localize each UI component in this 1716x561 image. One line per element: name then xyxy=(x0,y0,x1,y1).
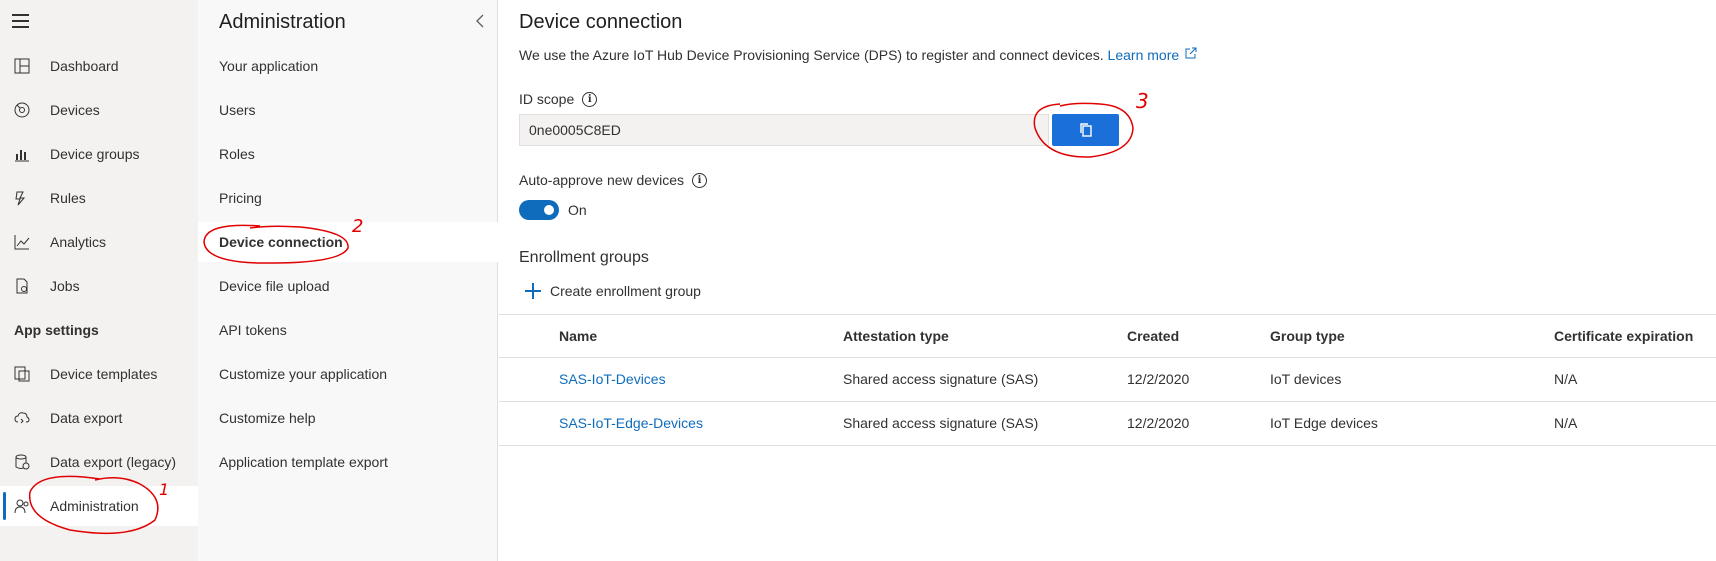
enrollment-group-name-link[interactable]: SAS-IoT-Edge-Devices xyxy=(559,402,703,445)
toggle-state-label: On xyxy=(568,202,587,218)
nav-item-label: Data export (legacy) xyxy=(50,454,177,470)
learn-more-link[interactable]: Learn more xyxy=(1108,47,1197,63)
admin-item-users[interactable]: Users xyxy=(198,90,498,130)
nav-item-data-export[interactable]: Data export xyxy=(0,398,198,438)
nav-item-label: Dashboard xyxy=(50,58,119,74)
devices-icon xyxy=(13,101,31,119)
nav-item-label: Device groups xyxy=(50,146,140,162)
info-icon[interactable]: i xyxy=(692,172,707,188)
device-templates-icon xyxy=(13,365,31,383)
nav-item-label: Administration xyxy=(50,498,139,514)
id-scope-label-row: ID scope i xyxy=(519,91,598,107)
nav-item-administration[interactable]: Administration xyxy=(0,486,198,526)
table-header-row: Name Attestation type Created Group type… xyxy=(499,314,1716,358)
description-text: We use the Azure IoT Hub Device Provisio… xyxy=(519,47,1104,63)
nav-item-label: Devices xyxy=(50,102,100,118)
main-content: Device connection We use the Azure IoT H… xyxy=(499,0,1716,561)
administration-icon xyxy=(13,497,31,515)
group-type-cell: IoT Edge devices xyxy=(1270,415,1378,431)
nav-item-devices[interactable]: Devices xyxy=(0,90,198,130)
info-icon[interactable]: i xyxy=(582,91,598,107)
attestation-type-cell: Shared access signature (SAS) xyxy=(843,371,1039,387)
page-title: Device connection xyxy=(519,11,683,33)
admin-item-customize-help[interactable]: Customize help xyxy=(198,398,498,438)
learn-more-label: Learn more xyxy=(1107,47,1180,63)
certificate-expiration-cell: N/A xyxy=(1554,415,1578,431)
nav-item-device-groups[interactable]: Device groups xyxy=(0,134,198,174)
nav-item-jobs[interactable]: Jobs xyxy=(0,266,198,306)
id-scope-label: ID scope xyxy=(519,91,575,107)
admin-item-customize-application[interactable]: Customize your application xyxy=(198,354,498,394)
data-export-legacy-icon xyxy=(13,453,31,471)
nav-item-dashboard[interactable]: Dashboard xyxy=(0,46,198,86)
column-header-certificate-expiration[interactable]: Certificate expiration xyxy=(1554,315,1693,358)
nav-item-label: Analytics xyxy=(50,234,107,250)
admin-item-template-export[interactable]: Application template export xyxy=(198,442,498,482)
create-enrollment-group-label: Create enrollment group xyxy=(550,283,701,299)
copy-button[interactable] xyxy=(1052,114,1119,146)
admin-item-device-connection[interactable]: Device connection xyxy=(198,222,498,262)
auto-approve-label-row: Auto-approve new devices i xyxy=(519,172,707,188)
column-header-created[interactable]: Created xyxy=(1127,315,1179,358)
create-enrollment-group-button[interactable]: Create enrollment group xyxy=(525,283,701,299)
enrollment-groups-heading: Enrollment groups xyxy=(519,249,649,266)
nav-item-rules[interactable]: Rules xyxy=(0,178,198,218)
jobs-icon xyxy=(13,277,31,295)
certificate-expiration-cell: N/A xyxy=(1554,371,1578,387)
admin-item-your-application[interactable]: Your application xyxy=(198,46,498,86)
column-header-attestation-type[interactable]: Attestation type xyxy=(843,315,949,358)
data-export-icon xyxy=(13,409,31,427)
nav-item-analytics[interactable]: Analytics xyxy=(0,222,198,262)
auto-approve-label: Auto-approve new devices xyxy=(519,172,684,188)
group-type-cell: IoT devices xyxy=(1270,371,1342,387)
page-description: We use the Azure IoT Hub Device Provisio… xyxy=(519,47,1197,63)
nav-item-device-templates[interactable]: Device templates xyxy=(0,354,198,394)
admin-item-roles[interactable]: Roles xyxy=(198,134,498,174)
copy-icon xyxy=(1079,123,1092,137)
plus-icon xyxy=(525,283,541,299)
admin-item-api-tokens[interactable]: API tokens xyxy=(198,310,498,350)
external-link-icon xyxy=(1185,47,1197,59)
enrollment-group-name-link[interactable]: SAS-IoT-Devices xyxy=(559,358,666,401)
created-cell: 12/2/2020 xyxy=(1127,415,1190,431)
created-cell: 12/2/2020 xyxy=(1127,371,1190,387)
app-settings-heading: App settings xyxy=(14,322,99,338)
auto-approve-toggle[interactable] xyxy=(519,200,559,220)
admin-item-pricing[interactable]: Pricing xyxy=(198,178,498,218)
id-scope-field[interactable]: 0ne0005C8ED xyxy=(519,114,1049,146)
table-row[interactable]: SAS-IoT-Devices Shared access signature … xyxy=(499,358,1716,402)
nav-item-data-export-legacy[interactable]: Data export (legacy) xyxy=(0,442,198,482)
collapse-chevron-icon[interactable] xyxy=(474,14,486,28)
table-row[interactable]: SAS-IoT-Edge-Devices Shared access signa… xyxy=(499,402,1716,446)
active-indicator xyxy=(3,492,6,520)
toggle-knob xyxy=(544,205,554,215)
dashboard-icon xyxy=(13,57,31,75)
column-header-group-type[interactable]: Group type xyxy=(1270,315,1345,358)
admin-item-device-file-upload[interactable]: Device file upload xyxy=(198,266,498,306)
nav-item-label: Jobs xyxy=(50,278,80,294)
device-groups-icon xyxy=(13,145,31,163)
nav-item-label: Device templates xyxy=(50,366,158,382)
column-header-name[interactable]: Name xyxy=(559,315,597,358)
nav-item-label: Rules xyxy=(50,190,86,206)
left-navigation: Dashboard Devices Device groups Rules An… xyxy=(0,0,198,561)
admin-panel-title: Administration xyxy=(219,11,346,33)
analytics-icon xyxy=(13,233,31,251)
attestation-type-cell: Shared access signature (SAS) xyxy=(843,415,1039,431)
enrollment-groups-table: Name Attestation type Created Group type… xyxy=(499,314,1716,446)
hamburger-menu-icon[interactable] xyxy=(12,14,32,30)
rules-icon xyxy=(13,189,31,207)
nav-item-label: Data export xyxy=(50,410,123,426)
administration-panel: Administration Your application Users Ro… xyxy=(198,0,498,561)
